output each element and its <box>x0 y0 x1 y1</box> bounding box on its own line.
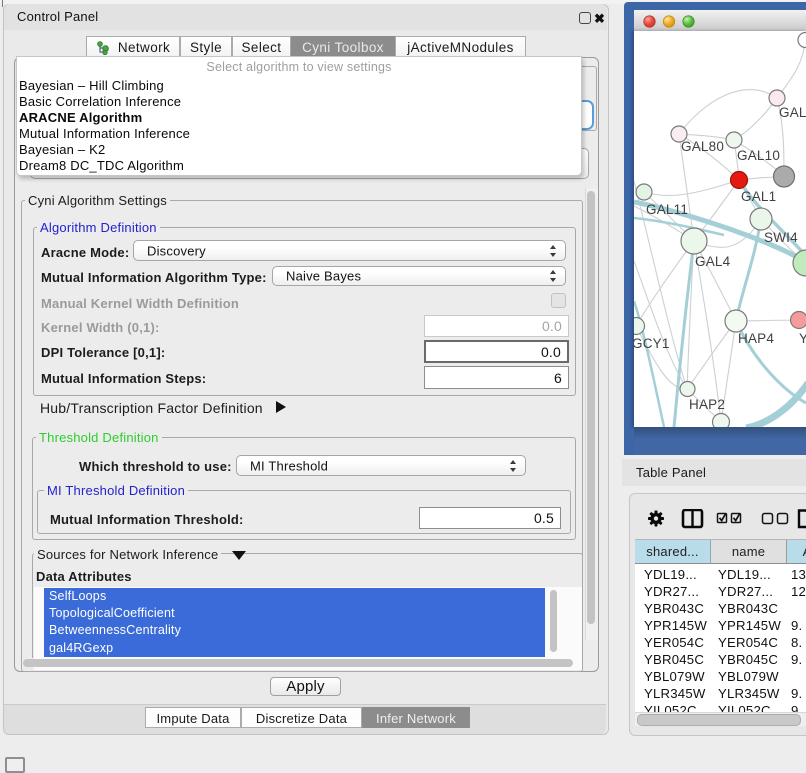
svg-text:HAP4: HAP4 <box>738 331 774 346</box>
svg-text:GAL10: GAL10 <box>737 148 780 163</box>
svg-text:GAL4: GAL4 <box>695 254 731 269</box>
svg-text:GCY1: GCY1 <box>634 336 670 351</box>
svg-text:Y: Y <box>799 331 806 346</box>
svg-text:HAP2: HAP2 <box>689 397 725 412</box>
svg-text:GAL1: GAL1 <box>741 189 776 204</box>
svg-text:SWI4: SWI4 <box>764 230 798 245</box>
svg-text:GAL11: GAL11 <box>646 202 688 217</box>
svg-text:GAL80: GAL80 <box>681 139 724 154</box>
svg-text:GAL2: GAL2 <box>779 105 806 120</box>
